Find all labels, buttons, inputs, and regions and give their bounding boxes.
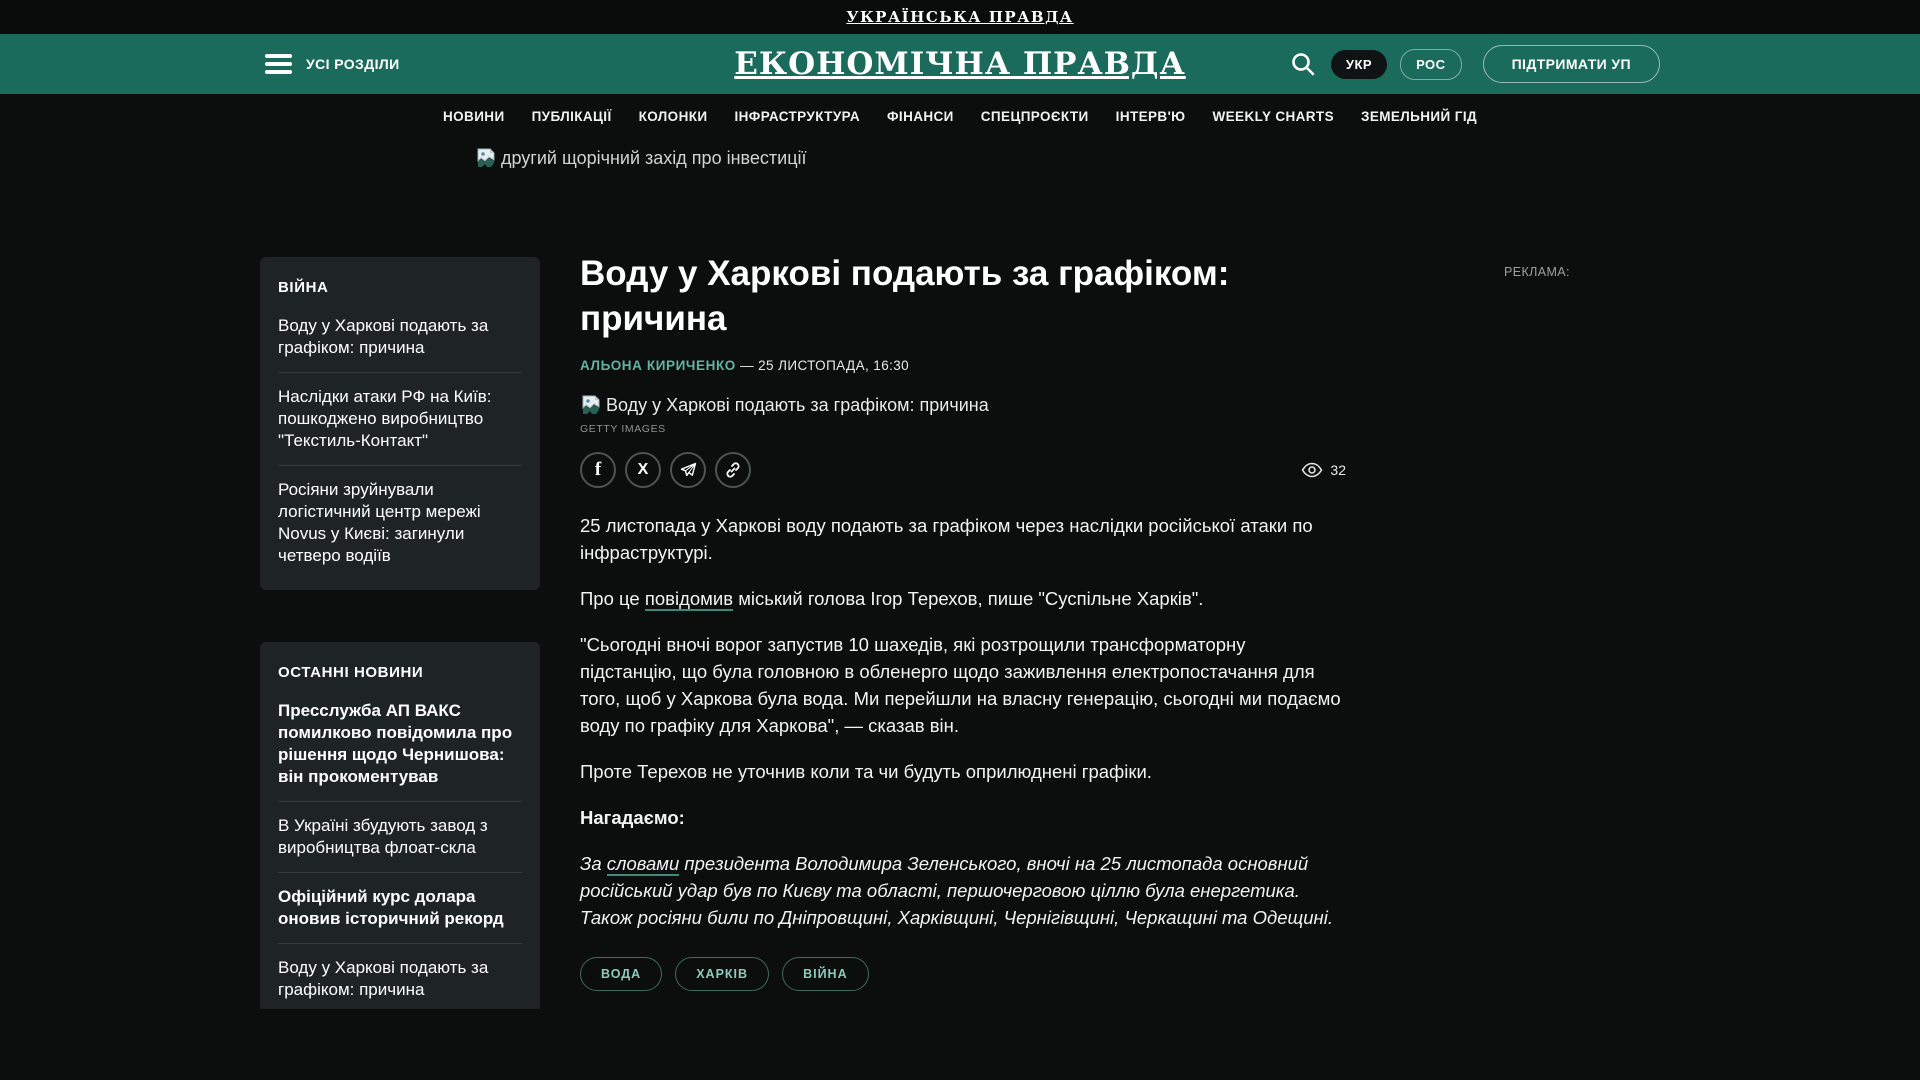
- search-icon: [1290, 51, 1316, 77]
- hamburger-icon: [265, 54, 292, 74]
- promo-banner-broken-image[interactable]: другий щорічний захід про інвестиції: [475, 145, 1920, 171]
- x-twitter-icon: X: [638, 461, 649, 479]
- nav-item-zemelnyi-hid[interactable]: ЗЕМЕЛЬНИЙ ГІД: [1361, 109, 1477, 124]
- banner-alt-text: другий щорічний захід про інвестиції: [501, 148, 807, 169]
- share-telegram-button[interactable]: [670, 452, 706, 488]
- ukrainska-pravda-logo[interactable]: УКРАЇНСЬКА ПРАВДА: [846, 8, 1073, 26]
- broken-image-icon: [580, 394, 602, 416]
- nav-item-infrastruktura[interactable]: ІНФРАСТРУКТУРА: [734, 109, 860, 124]
- ekonomichna-pravda-logo[interactable]: ЕКОНОМІЧНА ПРАВДА: [734, 46, 1185, 82]
- image-credit: GETTY IMAGES: [580, 423, 1346, 435]
- share-row: f X: [580, 452, 1346, 488]
- lang-toggle-ros[interactable]: РОС: [1400, 49, 1462, 80]
- telegram-icon: [680, 462, 697, 479]
- page: УКРАЇНСЬКА ПРАВДА УСІ РОЗДІЛИ ЕКОНОМІЧНА…: [0, 0, 1920, 1080]
- article-byline: АЛЬОНА КИРИЧЕНКО — 25 ЛИСТОПАДА, 16:30: [580, 358, 1346, 373]
- top-brand-bar: УКРАЇНСЬКА ПРАВДА: [0, 0, 1920, 34]
- sidebar-war-item[interactable]: Росіяни зруйнували логістичний центр мер…: [278, 465, 522, 580]
- main-nav: НОВИНИ ПУБЛІКАЦІЇ КОЛОНКИ ІНФРАСТРУКТУРА…: [0, 94, 1920, 138]
- background-paragraph: За словами президента Володимира Зеленсь…: [580, 850, 1346, 931]
- tag-viina[interactable]: ВІЙНА: [782, 957, 869, 991]
- ad-label: РЕКЛАМА:: [1504, 265, 1570, 279]
- paragraph: Про це повідомив міський голова Ігор Тер…: [580, 585, 1346, 612]
- article-broken-image: Воду у Харкові подають за графіком: прич…: [580, 394, 1346, 416]
- view-counter: 32: [1301, 462, 1346, 478]
- sidebar-war-title: ВІЙНА: [278, 279, 522, 296]
- header-right-controls: УКР РОС ПІДТРИМАТИ УП: [1288, 34, 1660, 94]
- article-title: Воду у Харкові подають за графіком: прич…: [580, 257, 1346, 341]
- text-segment: міський голова Ігор Терехов, пише "Суспі…: [733, 588, 1203, 609]
- copy-link-button[interactable]: [715, 452, 751, 488]
- sidebar-section-war: ВІЙНА Воду у Харкові подають за графіком…: [260, 257, 540, 590]
- author-link[interactable]: АЛЬОНА КИРИЧЕНКО: [580, 358, 736, 373]
- nav-item-publikatsii[interactable]: ПУБЛІКАЦІЇ: [532, 109, 612, 124]
- text-segment: За: [580, 853, 607, 874]
- tags-row: ВОДА ХАРКІВ ВІЙНА: [580, 957, 1346, 991]
- paragraph: Проте Терехов не уточнив коли та чи буду…: [580, 758, 1346, 785]
- main-content: ВІЙНА Воду у Харкові подають за графіком…: [0, 257, 1920, 1009]
- paragraph: 25 листопада у Харкові воду подають за г…: [580, 512, 1346, 566]
- reminder-label: Нагадаємо:: [580, 804, 1346, 831]
- sidebar-section-latest-news: ОСТАННІ НОВИНИ Пресслужба АП ВАКС помилк…: [260, 642, 540, 1009]
- left-sidebar: ВІЙНА Воду у Харкові подають за графіком…: [260, 257, 540, 1009]
- article: Воду у Харкові подають за графіком: прич…: [580, 257, 1346, 991]
- facebook-icon: f: [595, 459, 601, 481]
- sidebar-war-item[interactable]: Наслідки атаки РФ на Київ: пошкоджено ви…: [278, 372, 522, 465]
- link-icon: [724, 461, 742, 479]
- all-sections-menu-button[interactable]: УСІ РОЗДІЛИ: [265, 54, 400, 74]
- text-segment: президента Володимира Зеленського, вночі…: [580, 853, 1333, 928]
- tag-voda[interactable]: ВОДА: [580, 957, 662, 991]
- support-up-button[interactable]: ПІДТРИМАТИ УП: [1483, 45, 1660, 83]
- nav-item-weekly-charts[interactable]: WEEKLY CHARTS: [1213, 109, 1334, 124]
- eye-icon: [1301, 462, 1323, 478]
- lang-toggle-ukr[interactable]: УКР: [1331, 50, 1387, 79]
- nav-item-kolonky[interactable]: КОЛОНКИ: [639, 109, 708, 124]
- source-link[interactable]: повідомив: [645, 588, 733, 611]
- sidebar-latest-item[interactable]: Пресслужба АП ВАКС помилково повідомила …: [278, 687, 522, 801]
- article-date-text: — 25 ЛИСТОПАДА, 16:30: [740, 358, 909, 373]
- sidebar-war-item[interactable]: Воду у Харкові подають за графіком: прич…: [278, 302, 522, 372]
- nav-item-spetsproekty[interactable]: СПЕЦПРОЄКТИ: [981, 109, 1089, 124]
- search-button[interactable]: [1288, 49, 1318, 79]
- sidebar-latest-item[interactable]: В Україні збудують завод з виробництва ф…: [278, 801, 522, 872]
- view-count: 32: [1330, 462, 1346, 478]
- sidebar-latest-item[interactable]: Офіційний курс долара оновив історичний …: [278, 872, 522, 943]
- ad-column: РЕКЛАМА:: [1504, 257, 1570, 279]
- text-segment: Про це: [580, 588, 645, 609]
- article-image-alt-text: Воду у Харкові подають за графіком: прич…: [606, 395, 989, 416]
- tag-kharkiv[interactable]: ХАРКІВ: [675, 957, 769, 991]
- site-header: УСІ РОЗДІЛИ ЕКОНОМІЧНА ПРАВДА УКР РОС ПІ…: [0, 34, 1920, 94]
- nav-item-interviu[interactable]: ІНТЕРВ'Ю: [1116, 109, 1186, 124]
- nav-item-novyny[interactable]: НОВИНИ: [443, 109, 505, 124]
- sidebar-latest-item[interactable]: Воду у Харкові подають за графіком: прич…: [278, 943, 522, 1009]
- quote-paragraph: "Сьогодні вночі ворог запустив 10 шахеді…: [580, 631, 1346, 739]
- share-x-button[interactable]: X: [625, 452, 661, 488]
- sidebar-latest-title: ОСТАННІ НОВИНИ: [278, 664, 522, 681]
- nav-item-finansy[interactable]: ФІНАНСИ: [887, 109, 954, 124]
- article-body: 25 листопада у Харкові воду подають за г…: [580, 512, 1346, 931]
- broken-image-icon: [475, 147, 497, 169]
- share-facebook-button[interactable]: f: [580, 452, 616, 488]
- zelensky-words-link[interactable]: словами: [607, 853, 679, 876]
- menu-label: УСІ РОЗДІЛИ: [306, 56, 400, 72]
